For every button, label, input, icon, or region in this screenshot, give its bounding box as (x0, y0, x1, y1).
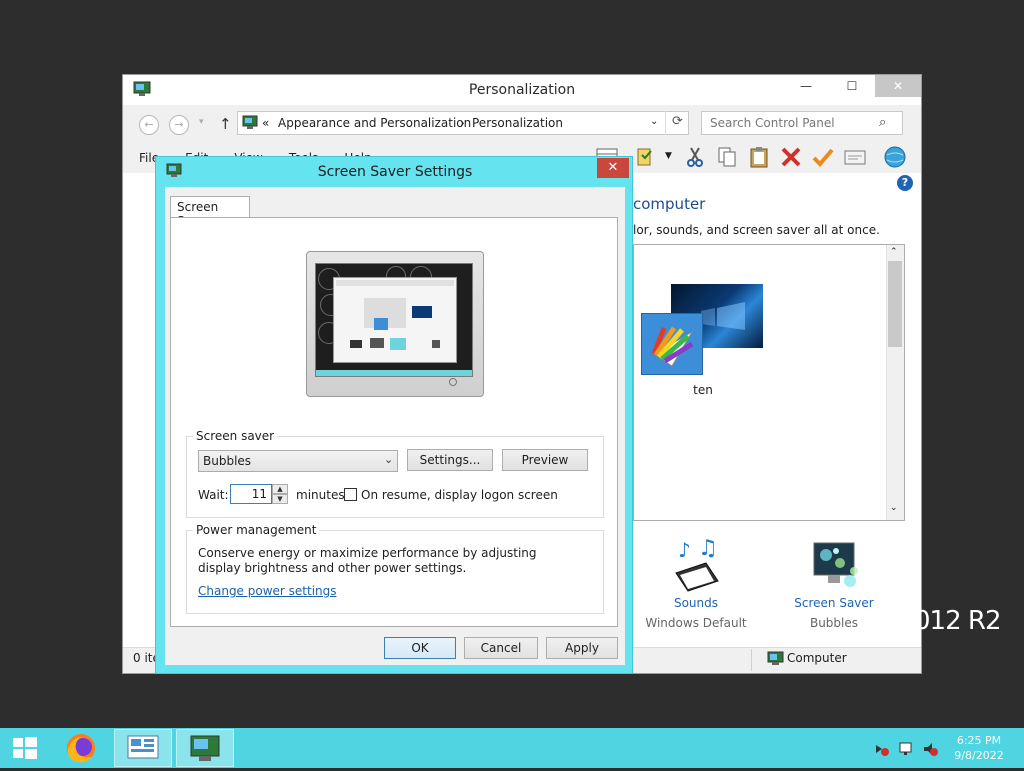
scrollbar-thumb[interactable] (888, 261, 902, 347)
copy-icon[interactable] (715, 145, 739, 169)
sounds-label[interactable]: Sounds (641, 596, 751, 610)
taskbar-control-panel[interactable] (114, 729, 172, 767)
preview-theme-icon (374, 318, 388, 330)
screen-saver-link[interactable]: Screen Saver Bubbles (779, 537, 889, 630)
ok-button[interactable]: OK (384, 637, 456, 659)
up-button[interactable]: ↑ (219, 115, 232, 133)
maximize-button[interactable]: ☐ (829, 75, 875, 97)
network-icon[interactable] (898, 741, 914, 757)
minimize-button[interactable]: — (783, 75, 829, 97)
apply-button[interactable]: Apply (546, 637, 618, 659)
paste-icon[interactable] (747, 145, 771, 169)
status-location: Computer (787, 651, 847, 665)
preview-button[interactable]: Preview (502, 449, 588, 471)
control-panel-icon (127, 735, 159, 759)
preview-wallpaper (412, 306, 432, 318)
change-power-settings-link[interactable]: Change power settings (198, 584, 337, 598)
theme-name[interactable]: ten (671, 383, 735, 397)
resume-logon-label[interactable]: On resume, display logon screen (361, 488, 558, 502)
delete-icon[interactable] (779, 145, 803, 169)
taskbar-personalization[interactable] (176, 729, 234, 767)
breadcrumb-appearance[interactable]: Appearance and Personalization (278, 116, 471, 130)
wait-label: Wait: (198, 488, 229, 502)
svg-text:♫: ♫ (698, 537, 718, 561)
title-bar[interactable]: Personalization — ☐ ✕ (123, 75, 921, 105)
wait-decrement-button[interactable]: ▼ (272, 494, 288, 504)
svg-text:♪: ♪ (678, 538, 691, 562)
preview-thumb (350, 340, 362, 348)
wait-minutes-input[interactable]: 11 (230, 484, 272, 504)
action-center-icon[interactable] (874, 741, 890, 757)
back-button[interactable]: ← (139, 115, 159, 135)
forward-button[interactable]: → (169, 115, 189, 135)
help-icon[interactable]: ? (897, 175, 913, 191)
tab-screen-saver[interactable]: Screen Saver (170, 196, 250, 228)
preview-titlebar (336, 280, 454, 286)
status-divider (751, 649, 752, 671)
screen-saver-group-title: Screen saver (193, 429, 278, 443)
personalization-icon (190, 735, 220, 761)
properties-sheet-icon[interactable] (843, 145, 867, 169)
properties-dropdown-icon[interactable]: ▼ (665, 151, 672, 161)
address-overflow[interactable]: « (262, 116, 269, 130)
os-watermark: 012 R2 (914, 606, 1001, 636)
search-input[interactable]: Search Control Panel (701, 111, 903, 135)
screen-saver-dialog: Screen Saver Settings ✕ Screen Saver Scr… (155, 156, 633, 674)
taskbar-firefox[interactable] (52, 729, 110, 767)
settings-button[interactable]: Settings... (407, 449, 493, 471)
sounds-icon: ♪ ♫ (675, 536, 719, 592)
breadcrumb-personalization[interactable]: Personalization (472, 116, 563, 130)
page-heading: computer (633, 195, 706, 213)
preview-taskbar (316, 370, 472, 376)
checkmark-icon[interactable] (811, 145, 835, 169)
screen-saver-select[interactable]: Bubbles (198, 450, 398, 472)
cancel-button[interactable]: Cancel (464, 637, 538, 659)
clock-date: 9/8/2022 (954, 749, 1004, 762)
properties-icon[interactable] (635, 145, 659, 169)
dialog-title: Screen Saver Settings (317, 164, 473, 180)
sounds-link[interactable]: ♪ ♫ Sounds Windows Default (641, 536, 751, 630)
chevron-down-icon[interactable]: ⌄ (384, 453, 393, 466)
recent-locations-icon[interactable]: ▾ (199, 117, 204, 127)
screen-saver-label[interactable]: Screen Saver (779, 596, 889, 610)
breadcrumb-separator-icon: › (460, 116, 465, 130)
screen-saver-subtitle: Bubbles (809, 616, 859, 630)
preview-thumb (390, 338, 406, 350)
scroll-up-icon[interactable]: ⌃ (890, 247, 898, 257)
control-panel-icon (242, 115, 258, 129)
sounds-subtitle: Windows Default (645, 616, 747, 630)
minutes-label: minutes (296, 488, 345, 502)
start-button[interactable] (0, 728, 50, 768)
close-button[interactable]: ✕ (875, 75, 921, 97)
scroll-down-icon[interactable]: ⌄ (890, 503, 898, 513)
address-dropdown-icon[interactable]: ⌄ (650, 116, 658, 127)
dialog-close-button[interactable]: ✕ (597, 158, 629, 178)
resume-logon-checkbox[interactable] (344, 488, 357, 501)
clock-time: 6:25 PM (956, 734, 1002, 747)
power-management-title: Power management (193, 523, 320, 537)
power-description: Conserve energy or maximize performance … (198, 546, 537, 575)
firefox-icon (67, 734, 95, 763)
screen-saver-icon (813, 542, 858, 587)
address-bar[interactable]: « Appearance and Personalization › Perso… (237, 111, 689, 135)
search-icon[interactable]: ⌕ (879, 115, 886, 130)
monitor-power-icon (449, 378, 457, 386)
refresh-button[interactable]: ⟳ (665, 111, 689, 135)
windows-logo-icon (13, 737, 37, 759)
wait-increment-button[interactable]: ▲ (272, 484, 288, 494)
theme-color-icon[interactable] (641, 313, 703, 375)
preview-thumb (370, 338, 384, 348)
preview-window (333, 277, 457, 363)
cut-icon[interactable] (683, 145, 707, 169)
preview-thumb (432, 340, 440, 348)
globe-icon[interactable] (883, 145, 907, 169)
system-clock[interactable]: 6:25 PM 9/8/2022 (936, 733, 1022, 763)
page-description: lor, sounds, and screen saver all at onc… (633, 223, 880, 237)
computer-icon (767, 651, 784, 665)
left-pane (123, 173, 157, 647)
